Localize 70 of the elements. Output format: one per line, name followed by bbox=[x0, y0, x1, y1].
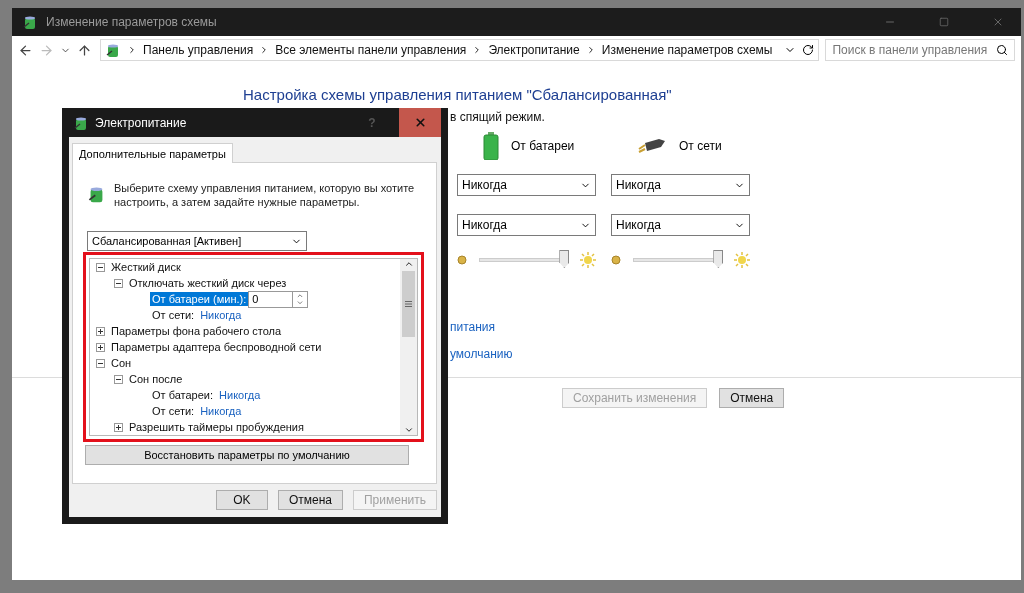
scroll-thumb[interactable] bbox=[402, 271, 415, 337]
slider-thumb[interactable] bbox=[713, 250, 724, 268]
refresh-icon[interactable] bbox=[802, 44, 815, 56]
setting-value-link[interactable]: Никогда bbox=[219, 389, 261, 401]
dialog-title: Электропитание bbox=[95, 115, 188, 130]
chevron-icon bbox=[127, 45, 137, 55]
ok-button[interactable]: OK bbox=[215, 490, 268, 510]
plug-icon bbox=[637, 137, 667, 155]
slider-thumb[interactable] bbox=[559, 250, 570, 268]
dim-brightness-icon bbox=[611, 255, 621, 265]
tree-item[interactable]: Параметры адаптера беспроводной сети bbox=[109, 340, 324, 354]
column-label: От батареи bbox=[511, 139, 575, 153]
cancel-button[interactable]: Отмена bbox=[277, 490, 343, 510]
address-bar[interactable]: Панель управления Все элементы панели управления Электропитание Изменение параметров схемы bbox=[100, 39, 820, 61]
dim-brightness-icon bbox=[457, 255, 467, 265]
expand-icon[interactable] bbox=[96, 342, 105, 352]
search-icon[interactable] bbox=[996, 44, 1009, 56]
dropdown[interactable]: Никогда bbox=[457, 174, 596, 196]
power-options-icon bbox=[22, 14, 38, 30]
tree-item[interactable]: От батареи (мин.): bbox=[150, 292, 249, 306]
settings-link[interactable]: питания bbox=[450, 320, 780, 334]
setting-value-link[interactable]: Никогда bbox=[200, 405, 242, 417]
dropdown[interactable]: Никогда bbox=[611, 214, 750, 236]
breadcrumb[interactable]: Изменение параметров схемы bbox=[601, 43, 773, 57]
tab[interactable]: Дополнительные параметры bbox=[72, 143, 233, 163]
close-button[interactable] bbox=[399, 108, 441, 137]
tree-item[interactable]: Сон после bbox=[127, 372, 185, 386]
tree-item[interactable]: Сон bbox=[109, 356, 134, 370]
back-button[interactable] bbox=[18, 42, 33, 58]
settings-link[interactable]: умолчанию bbox=[450, 347, 780, 361]
bright-brightness-icon bbox=[734, 252, 750, 268]
tree-item[interactable]: Разрешить таймеры пробуждения bbox=[127, 420, 306, 434]
expand-icon[interactable] bbox=[114, 422, 123, 432]
tree-item[interactable]: Параметры фона рабочего стола bbox=[109, 324, 284, 338]
spin-arrows-icon[interactable] bbox=[293, 290, 309, 308]
cancel-button[interactable]: Отмена bbox=[719, 388, 785, 408]
bright-brightness-icon bbox=[580, 252, 596, 268]
breadcrumb[interactable]: Все элементы панели управления bbox=[275, 43, 467, 57]
scroll-up-icon[interactable] bbox=[403, 259, 414, 269]
tree-item[interactable]: От батареи: bbox=[150, 388, 216, 402]
dropdown[interactable]: Никогда bbox=[611, 174, 750, 196]
description-text: Выберите схему управления питанием, которую вы хотите настроить, а затем задайте нужные параметры. bbox=[113, 181, 416, 209]
collapse-icon[interactable] bbox=[96, 262, 105, 272]
collapse-icon[interactable] bbox=[114, 374, 123, 384]
sleep-text: в спящий режим. bbox=[450, 110, 546, 124]
battery-icon bbox=[483, 132, 499, 160]
collapse-icon[interactable] bbox=[114, 278, 123, 288]
tree-item[interactable]: От сети: bbox=[150, 404, 197, 418]
expand-icon[interactable] bbox=[96, 326, 105, 336]
close-icon bbox=[413, 116, 427, 129]
breadcrumb[interactable]: Электропитание bbox=[488, 43, 580, 57]
tree-item[interactable]: Жесткий диск bbox=[109, 260, 183, 274]
scrollbar[interactable] bbox=[400, 259, 417, 435]
search-field[interactable]: Поиск в панели управления bbox=[825, 39, 1016, 61]
restore-defaults-button[interactable]: Восстановить параметры по умолчанию bbox=[85, 445, 409, 465]
tree-item[interactable]: От сети: bbox=[150, 308, 197, 322]
setting-value-link[interactable]: Никогда bbox=[200, 309, 242, 321]
breadcrumb[interactable]: Панель управления bbox=[143, 43, 254, 57]
column-label: От сети bbox=[679, 139, 722, 153]
scroll-down-icon[interactable] bbox=[403, 425, 414, 435]
grip-icon bbox=[405, 301, 412, 307]
dropdown[interactable]: Никогда bbox=[457, 214, 596, 236]
minutes-spin-field[interactable]: 0 bbox=[248, 290, 294, 308]
power-options-icon bbox=[105, 42, 121, 58]
collapse-icon[interactable] bbox=[96, 358, 105, 368]
page-heading: Настройка схемы управления питанием "Сбалансированная" bbox=[243, 86, 673, 104]
tree-item[interactable]: Отключать жесткий диск через bbox=[127, 276, 289, 290]
plan-dropdown[interactable]: Сбалансированная [Активен] bbox=[87, 231, 307, 251]
up-button[interactable] bbox=[77, 42, 92, 58]
window-title: Изменение параметров схемы bbox=[46, 15, 218, 29]
